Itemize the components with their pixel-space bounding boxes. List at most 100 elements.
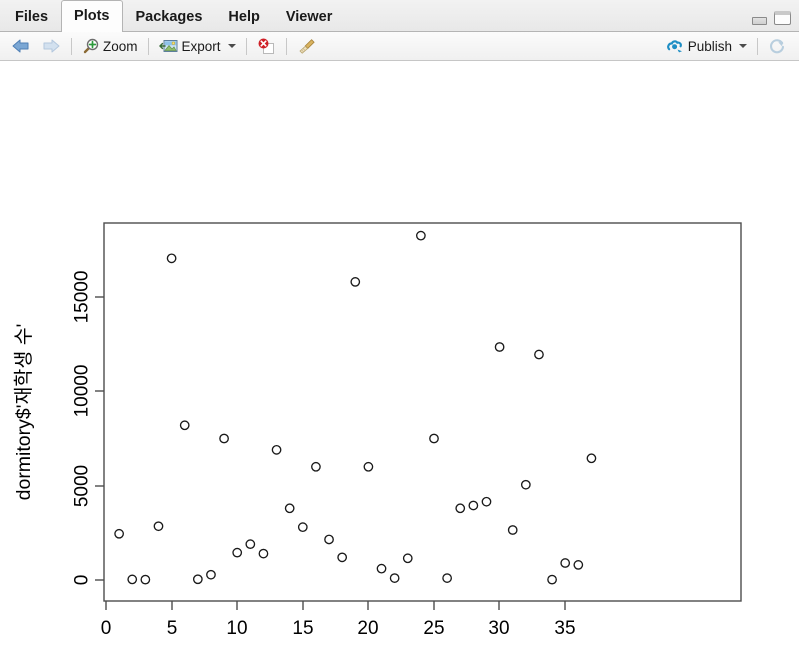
back-arrow-icon <box>12 39 29 53</box>
y-axis-title: dormitory$'재학생 수' <box>13 324 35 501</box>
export-button[interactable]: Export <box>154 35 241 58</box>
data-point <box>206 569 216 580</box>
plot-frame <box>103 222 742 602</box>
zoom-label: Zoom <box>103 38 138 54</box>
toolbar-separator-5 <box>757 37 758 55</box>
data-point <box>481 496 492 507</box>
tab-viewer[interactable]: Viewer <box>273 2 346 32</box>
y-tick-label: 15000 <box>72 271 93 324</box>
x-tick-label: 15 <box>292 618 313 639</box>
y-tick-label: 5000 <box>72 465 93 507</box>
publish-label: Publish <box>687 38 732 54</box>
data-point <box>219 433 229 444</box>
tab-viewer-label: Viewer <box>285 9 333 25</box>
previous-plot-button[interactable] <box>6 35 36 58</box>
remove-plot-button[interactable] <box>252 35 281 58</box>
x-tick-label: 5 <box>167 618 178 639</box>
data-point <box>586 453 597 464</box>
publish-chevron-down-icon[interactable] <box>739 44 747 48</box>
data-point <box>494 342 505 352</box>
data-point <box>114 528 124 539</box>
data-point <box>560 558 571 568</box>
refresh-plot-button[interactable] <box>763 35 791 58</box>
data-point <box>258 548 269 559</box>
tab-files[interactable]: Files <box>2 2 61 32</box>
broom-clear-icon <box>298 38 315 54</box>
data-point-group <box>114 230 597 585</box>
export-chevron-down-icon[interactable] <box>227 44 236 48</box>
data-point <box>429 433 439 444</box>
data-point <box>402 553 413 564</box>
data-point <box>534 349 544 360</box>
data-point <box>337 552 348 563</box>
data-point <box>153 521 164 532</box>
tab-strip: Files Plots Packages Help Viewer <box>0 0 799 32</box>
toolbar-separator-4 <box>285 37 287 55</box>
x-tick-label: 0 <box>101 618 112 639</box>
forward-arrow-icon <box>43 39 60 53</box>
toolbar-separator-3 <box>245 37 247 55</box>
export-label: Export <box>181 38 221 54</box>
data-point <box>455 503 466 514</box>
x-axis-ticks <box>105 601 566 610</box>
data-point <box>468 500 479 511</box>
x-tick-label: 10 <box>226 618 247 639</box>
zoom-button[interactable]: Zoom <box>77 35 143 58</box>
data-point <box>520 479 531 490</box>
data-point <box>442 573 452 583</box>
y-tick-label: 0 <box>72 575 93 586</box>
x-tick-labels: 0 5 10 15 20 25 30 35 <box>101 618 576 639</box>
data-point <box>127 574 138 585</box>
data-point <box>192 574 203 585</box>
data-point <box>284 503 295 514</box>
data-point <box>179 420 190 431</box>
data-point <box>416 230 426 241</box>
data-point <box>507 525 518 535</box>
next-plot-button[interactable] <box>36 35 66 58</box>
maximize-pane-icon[interactable] <box>774 11 791 25</box>
data-point <box>271 444 282 455</box>
data-point <box>350 277 361 287</box>
publish-button[interactable]: Publish <box>661 35 752 58</box>
tab-help[interactable]: Help <box>215 2 272 32</box>
data-point <box>245 539 256 550</box>
tab-packages[interactable]: Packages <box>123 2 216 32</box>
minimize-pane-icon[interactable] <box>752 17 767 25</box>
x-tick-label: 20 <box>357 618 378 639</box>
data-point <box>389 573 400 583</box>
magnifier-plus-icon <box>83 38 99 53</box>
scatter-plot: 15000 10000 5000 0 0 5 10 15 20 25 30 35… <box>13 222 742 639</box>
data-point <box>311 461 321 472</box>
toolbar-separator-1 <box>71 37 72 55</box>
data-point <box>232 547 243 558</box>
data-point <box>140 574 151 585</box>
publish-icon <box>666 40 682 53</box>
toolbar-separator-2 <box>147 37 149 55</box>
y-tick-labels: 15000 10000 5000 0 <box>72 271 93 586</box>
tab-packages-label: Packages <box>135 9 203 25</box>
plots-toolbar: Zoom Export Publish <box>0 32 799 61</box>
image-export-icon <box>158 39 178 52</box>
tab-list: Files Plots Packages Help Viewer <box>0 0 799 32</box>
y-tick-label: 10000 <box>72 365 93 418</box>
data-point <box>297 522 308 533</box>
tab-plots[interactable]: Plots <box>61 0 123 32</box>
data-point <box>573 560 584 570</box>
x-tick-label: 35 <box>554 618 575 639</box>
tab-files-label: Files <box>15 9 49 25</box>
rstudio-plots-pane: Files Plots Packages Help Viewer Zoom Ex… <box>0 0 799 669</box>
data-point <box>363 461 374 472</box>
x-tick-label: 25 <box>423 618 444 639</box>
data-point <box>376 563 387 574</box>
data-point <box>166 253 177 264</box>
tab-plots-label: Plots <box>74 8 110 24</box>
remove-plot-icon <box>258 38 274 54</box>
tab-help-label: Help <box>228 9 260 25</box>
clear-all-plots-button[interactable] <box>292 35 321 58</box>
plot-canvas: 15000 10000 5000 0 0 5 10 15 20 25 30 35… <box>0 61 799 669</box>
data-point <box>547 574 557 585</box>
data-point <box>324 534 334 545</box>
x-tick-label: 30 <box>488 618 509 639</box>
refresh-icon <box>769 39 785 54</box>
window-controls <box>752 11 791 25</box>
